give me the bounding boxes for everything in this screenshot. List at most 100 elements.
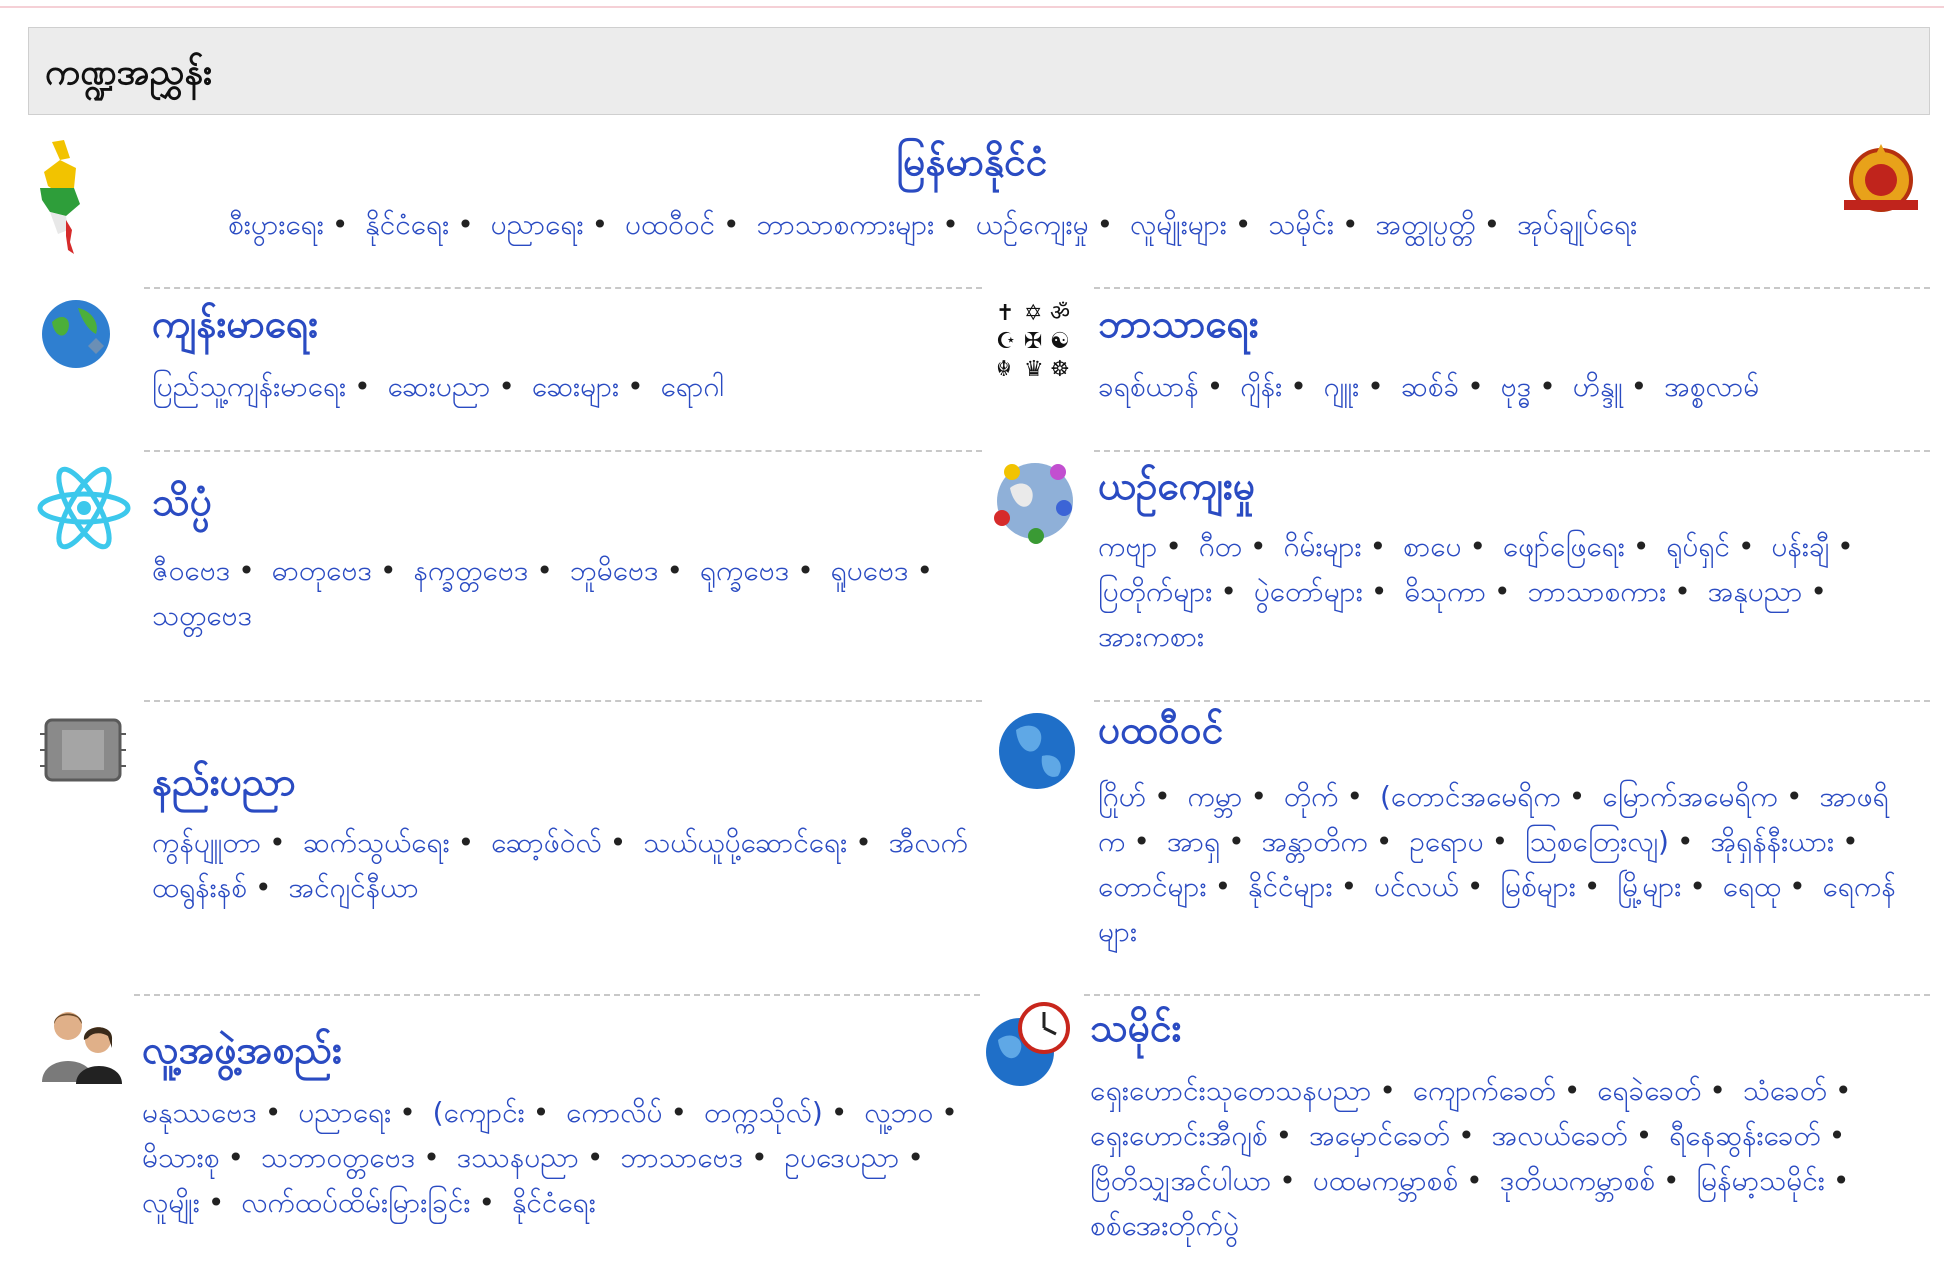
- link-stone-age[interactable]: ကျောက်ခေတ်: [1413, 1074, 1556, 1107]
- link-hinduism[interactable]: ဟိန္ဒူ: [1573, 370, 1623, 403]
- link-archaeology[interactable]: ရှေးဟောင်းသုတေသနပညာ: [1090, 1074, 1371, 1107]
- link-painting[interactable]: ပန်းချီ: [1771, 530, 1829, 563]
- link-physics[interactable]: ရူပဗေဒ: [831, 554, 909, 587]
- link-games[interactable]: ဂိမ်းများ: [1283, 530, 1361, 563]
- link-iron-age[interactable]: သံခေတ်: [1743, 1074, 1827, 1107]
- link-medicine[interactable]: ဆေးပညာ: [388, 370, 491, 403]
- link-countries[interactable]: နိုင်ငံများ: [1248, 870, 1333, 903]
- link-computer[interactable]: ကွန်ပျူတာ: [152, 826, 261, 859]
- link-history[interactable]: သမိုင်း: [1268, 208, 1334, 241]
- link-british-empire[interactable]: ဗြိတိသျှအင်ပါယာ: [1090, 1164, 1271, 1197]
- link-astronomy[interactable]: နက္ခတ္တဗေဒ: [413, 554, 528, 587]
- link-law[interactable]: ဥပဒေပညာ: [785, 1141, 900, 1174]
- health-heading[interactable]: ကျန်းမာရေး: [152, 300, 318, 357]
- link-hydrosphere[interactable]: ရေထု: [1723, 870, 1781, 903]
- link-communication[interactable]: ဆက်သွယ်ရေး: [303, 826, 450, 859]
- link-continents[interactable]: တိုက်: [1284, 780, 1339, 813]
- link-world-war-2[interactable]: ဒုတိယကမ္ဘာစစ်: [1500, 1164, 1655, 1197]
- link-sports[interactable]: အားကစား: [1098, 620, 1204, 653]
- link-natural-science[interactable]: သဘာဝတ္တဗေဒ: [261, 1141, 415, 1174]
- link-biology[interactable]: ဇီဝဗေဒ: [152, 554, 230, 587]
- link-cities[interactable]: မြို့များ: [1617, 870, 1681, 903]
- link-engineering[interactable]: အင်ဂျင်နီယာ: [288, 871, 418, 904]
- link-cold-war[interactable]: စစ်အေးတိုက်ပွဲ: [1090, 1209, 1239, 1242]
- link-mountains[interactable]: တောင်များ: [1098, 870, 1207, 903]
- link-public-health[interactable]: ပြည်သူ့ကျန်းမာရေး: [152, 370, 346, 403]
- link-administration[interactable]: အုပ်ချုပ်ရေး: [1517, 208, 1637, 241]
- link-europe[interactable]: ဥရောပ: [1409, 825, 1483, 858]
- link-philosophy[interactable]: ဒဿနပညာ: [457, 1141, 579, 1174]
- link-education[interactable]: ပညာရေး: [491, 208, 584, 241]
- link-biography[interactable]: အတ္ထုပ္ပတ္တိ: [1375, 208, 1475, 241]
- svg-text:ॐ: ॐ: [1050, 301, 1070, 326]
- history-heading[interactable]: သမိုင်း: [1090, 1004, 1182, 1061]
- geography-heading[interactable]: ပထဝီဝင်: [1098, 706, 1223, 763]
- link-college[interactable]: ကောလိပ်: [566, 1096, 662, 1129]
- myanmar-heading[interactable]: မြန်မာနိုင်ငံ: [897, 140, 1048, 185]
- link-family[interactable]: မိသားစု: [142, 1141, 219, 1174]
- link-museums[interactable]: ပြတိုက်များ: [1098, 575, 1212, 608]
- link-ethnic-groups[interactable]: လူမျိုးများ: [1130, 208, 1227, 241]
- link-australia[interactable]: ဩစတြေးလျ): [1525, 825, 1669, 858]
- link-geography[interactable]: ပထဝီဝင်: [625, 208, 715, 241]
- link-arts[interactable]: အနုပညာ: [1708, 575, 1803, 608]
- science-heading[interactable]: သိပ္ပံ: [152, 478, 212, 535]
- link-music[interactable]: ဂီတ: [1199, 530, 1242, 563]
- link-school[interactable]: (ကျောင်း: [433, 1096, 525, 1129]
- link-world[interactable]: ကမ္ဘာ: [1188, 780, 1243, 813]
- link-north-america[interactable]: မြောက်အမေရိက: [1602, 780, 1778, 813]
- link-marriage[interactable]: လက်ထပ်ထိမ်းမြားခြင်း: [241, 1186, 470, 1219]
- link-linguistics[interactable]: ဘာသာဗေဒ: [620, 1141, 743, 1174]
- link-education[interactable]: ပညာရေး: [298, 1096, 391, 1129]
- link-culture[interactable]: ယဉ်ကျေးမှု: [976, 208, 1089, 241]
- link-myanmar-history[interactable]: မြန်မာ့သမိုင်း: [1696, 1164, 1824, 1197]
- link-renaissance[interactable]: ရီနေဆွန်းခေတ်: [1669, 1119, 1821, 1152]
- link-jainism[interactable]: ဂျိန်း: [1240, 370, 1282, 403]
- culture-heading[interactable]: ယဉ်ကျေးမှု: [1098, 462, 1255, 519]
- link-ice-age[interactable]: ရေခဲခေတ်: [1597, 1074, 1701, 1107]
- link-disease[interactable]: ရောဂါ: [661, 370, 725, 403]
- technology-heading[interactable]: နည်းပညာ: [152, 758, 296, 815]
- link-botany[interactable]: ရုက္ခဗေဒ: [700, 554, 789, 587]
- link-islam[interactable]: အစ္စလာမ်: [1664, 370, 1759, 403]
- link-human-life[interactable]: လူ့ဘဝ: [864, 1096, 933, 1129]
- link-university[interactable]: တက္ကသိုလ်): [704, 1096, 823, 1129]
- link-geology[interactable]: ဘူမိဗေဒ: [570, 554, 659, 587]
- link-judaism[interactable]: ဂျူး: [1324, 370, 1360, 403]
- link-rivers[interactable]: မြစ်များ: [1500, 870, 1576, 903]
- link-world-war-1[interactable]: ပထမကမ္ဘာစစ်: [1313, 1164, 1458, 1197]
- link-buddhism[interactable]: ဗုဒ္ဓ: [1501, 370, 1532, 403]
- link-zoology[interactable]: သတ္တဗေဒ: [152, 599, 252, 632]
- link-ancient-egypt[interactable]: ရှေးဟောင်းအီဂျစ်: [1090, 1119, 1268, 1152]
- link-middle-ages[interactable]: အလယ်ခေတ်: [1492, 1119, 1628, 1152]
- link-poetry[interactable]: ကဗျာ: [1098, 530, 1157, 563]
- link-drugs[interactable]: ဆေးများ: [532, 370, 619, 403]
- link-oceania[interactable]: အိုရှန်နီးယား: [1710, 825, 1834, 858]
- link-seas[interactable]: ပင်လယ်: [1374, 870, 1459, 903]
- geography-links: ဂြိုဟ် • ကမ္ဘာ • တိုက် • (တောင်အမေရိက • မြော…: [1098, 780, 1896, 948]
- link-politics-society[interactable]: နိုင်ငံရေး: [512, 1186, 596, 1219]
- link-christianity[interactable]: ခရစ်ယာန်: [1098, 370, 1199, 403]
- link-planet[interactable]: ဂြိုဟ်: [1098, 780, 1146, 813]
- link-antarctica[interactable]: အန္တာတိက: [1262, 825, 1368, 858]
- link-politics[interactable]: နိုင်ငံရေး: [365, 208, 449, 241]
- link-south-america[interactable]: (တောင်အမေရိက: [1380, 780, 1561, 813]
- link-language[interactable]: ဘာသာစကား: [1527, 575, 1666, 608]
- link-economy[interactable]: စီးပွားရေး: [228, 208, 324, 241]
- link-film[interactable]: ရုပ်ရှင်: [1666, 530, 1730, 563]
- link-dark-ages[interactable]: အမှောင်ခေတ်: [1309, 1119, 1450, 1152]
- link-languages[interactable]: ဘာသာစကားများ: [756, 208, 934, 241]
- link-anthropology[interactable]: မနုဿဗေဒ: [142, 1096, 257, 1129]
- link-literature[interactable]: စာပေ: [1403, 530, 1461, 563]
- link-chemistry[interactable]: ဓာတုဗေဒ: [272, 554, 372, 587]
- link-architecture[interactable]: ဓိသုကာ: [1404, 575, 1486, 608]
- link-entertainment[interactable]: ဖျော်ဖြေရေး: [1503, 530, 1625, 563]
- link-sikhism[interactable]: ဆစ်ခ်: [1401, 370, 1460, 403]
- link-festivals[interactable]: ပွဲတော်များ: [1254, 575, 1363, 608]
- religion-heading[interactable]: ဘာသာရေး: [1098, 300, 1259, 357]
- link-software[interactable]: ဆော့ဖ်ဝဲလ်: [491, 826, 602, 859]
- society-heading[interactable]: လူ့အဖွဲ့အစည်း: [142, 1026, 342, 1083]
- link-transportation[interactable]: သယ်ယူပို့ဆောင်ရေး: [643, 826, 847, 859]
- link-asia[interactable]: အာရှ: [1167, 825, 1220, 858]
- link-ethnicity[interactable]: လူမျိုး: [142, 1186, 200, 1219]
